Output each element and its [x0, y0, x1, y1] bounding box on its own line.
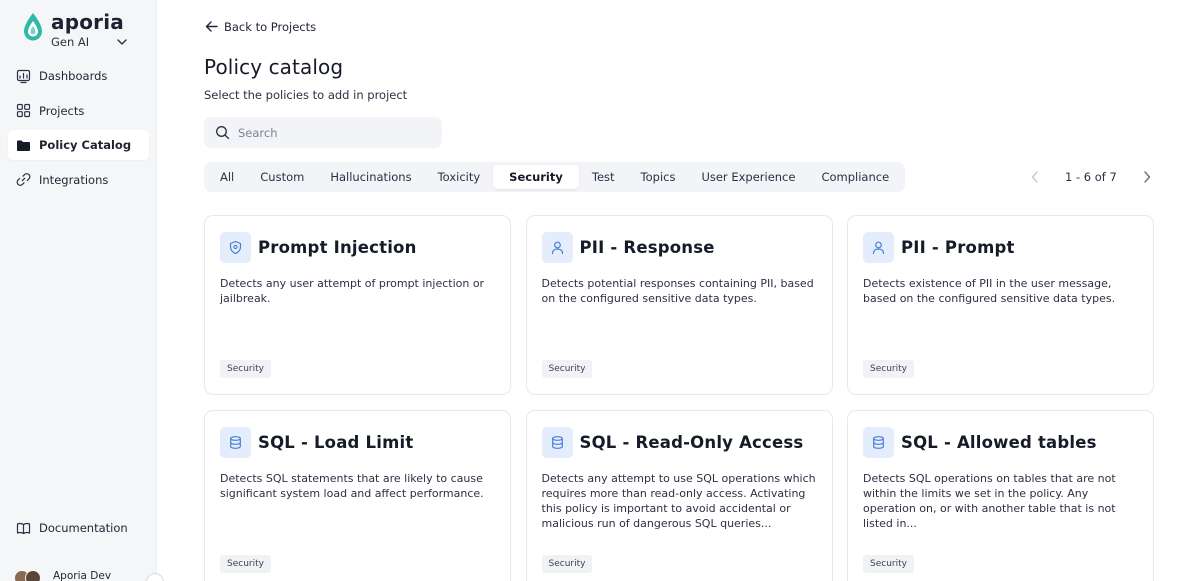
sidebar-item-dashboards[interactable]: Dashboards	[8, 61, 149, 91]
avatar	[14, 568, 46, 581]
category-badge: Security	[541, 555, 593, 573]
search-icon	[216, 126, 230, 140]
card-title: SQL - Read-Only Access	[579, 433, 804, 452]
sidebar-item-projects[interactable]: Projects	[8, 96, 149, 126]
category-badge: Security	[863, 555, 914, 573]
user-icon	[541, 232, 573, 263]
sidebar-item-policy-catalog[interactable]: Policy Catalog	[8, 130, 149, 160]
card-title: PII - Response	[579, 238, 715, 257]
policy-grid: Prompt Injection Detects any user attemp…	[204, 215, 1154, 581]
card-description: Detects existence of PII in the user mes…	[863, 277, 1116, 305]
card-description: Detects any user attempt of prompt injec…	[220, 277, 485, 305]
policy-card-sql-load-limit[interactable]: SQL - Load Limit Detects SQL statements …	[204, 410, 511, 581]
grid-icon	[16, 103, 31, 118]
tab-toxicity[interactable]: Toxicity	[425, 165, 494, 189]
page-subtitle: Select the policies to add in project	[204, 88, 408, 102]
workspace-label: Gen AI	[51, 35, 90, 49]
policy-card-sql-allowed-tables[interactable]: SQL - Allowed tables Detects SQL operati…	[847, 410, 1154, 581]
database-icon	[863, 427, 894, 458]
search-box[interactable]	[204, 117, 442, 148]
card-description: Detects potential responses containing P…	[541, 277, 814, 305]
user-name: Aporia Dev	[53, 570, 112, 581]
sidebar-item-label: Integrations	[39, 172, 109, 187]
card-title: PII - Prompt	[901, 238, 1015, 257]
card-title: Prompt Injection	[258, 238, 417, 257]
database-icon	[541, 427, 573, 458]
tab-hallucinations[interactable]: Hallucinations	[317, 165, 424, 189]
brand[interactable]: aporia Gen AI	[22, 12, 129, 49]
aporia-logo-icon	[24, 13, 42, 41]
arrow-left-icon	[205, 21, 218, 32]
sidebar-item-integrations[interactable]: Integrations	[8, 165, 149, 195]
page-title: Policy catalog	[204, 55, 344, 79]
card-description: Detects any attempt to use SQL operation…	[541, 472, 816, 530]
database-icon	[220, 427, 251, 458]
tab-topics[interactable]: Topics	[628, 165, 689, 189]
chevron-down-icon	[117, 39, 127, 45]
sidebar-nav: Dashboards Projects Policy Catalog Integ…	[8, 61, 149, 199]
search-input[interactable]	[238, 125, 428, 140]
policy-card-prompt-injection[interactable]: Prompt Injection Detects any user attemp…	[204, 215, 511, 395]
card-title: SQL - Allowed tables	[901, 433, 1097, 452]
sidebar-item-label: Policy Catalog	[39, 138, 132, 152]
category-badge: Security	[541, 360, 593, 378]
folder-icon	[16, 138, 31, 153]
policy-card-pii-response[interactable]: PII - Response Detects potential respons…	[525, 215, 833, 395]
tab-all[interactable]: All	[207, 165, 247, 189]
back-to-projects-link[interactable]: Back to Projects	[204, 19, 316, 34]
category-tabs: All Custom Hallucinations Toxicity Secur…	[204, 162, 906, 192]
user-menu[interactable]: Aporia Dev	[14, 568, 111, 581]
prev-page-button[interactable]	[1027, 168, 1043, 186]
sidebar-item-label: Projects	[39, 103, 85, 118]
policy-card-pii-prompt[interactable]: PII - Prompt Detects existence of PII in…	[847, 215, 1154, 395]
book-icon	[16, 521, 31, 536]
card-description: Detects SQL statements that are likely t…	[220, 472, 484, 500]
shield-icon	[220, 232, 251, 263]
workspace-switcher[interactable]: Gen AI	[51, 35, 129, 49]
chevron-left-icon	[1031, 171, 1038, 183]
back-label: Back to Projects	[224, 19, 317, 34]
tab-compliance[interactable]: Compliance	[808, 165, 902, 189]
sidebar-item-label: Documentation	[39, 521, 128, 535]
tab-custom[interactable]: Custom	[247, 165, 317, 189]
category-badge: Security	[863, 360, 914, 378]
tab-test[interactable]: Test	[579, 165, 628, 189]
main-content: Back to Projects Policy catalog Select t…	[157, 0, 1200, 581]
chevron-right-icon	[1144, 171, 1151, 183]
next-page-button[interactable]	[1139, 168, 1155, 186]
user-icon	[863, 232, 894, 263]
sidebar-item-documentation[interactable]: Documentation	[8, 513, 149, 543]
sidebar: aporia Gen AI Dashboards Projects Policy…	[0, 0, 157, 581]
tab-security[interactable]: Security	[493, 165, 579, 189]
pagination: 1 - 6 of 7	[1027, 168, 1155, 186]
brand-name: aporia	[51, 10, 124, 34]
dashboard-icon	[16, 69, 31, 84]
sidebar-item-label: Dashboards	[39, 69, 108, 83]
policy-card-sql-read-only-access[interactable]: SQL - Read-Only Access Detects any attem…	[525, 410, 833, 581]
card-title: SQL - Load Limit	[258, 433, 414, 452]
category-badge: Security	[220, 360, 271, 378]
card-description: Detects SQL operations on tables that ar…	[863, 472, 1116, 530]
category-badge: Security	[220, 555, 271, 573]
link-icon	[16, 172, 31, 187]
tab-user-experience[interactable]: User Experience	[688, 165, 808, 189]
pagination-range: 1 - 6 of 7	[1065, 170, 1117, 184]
